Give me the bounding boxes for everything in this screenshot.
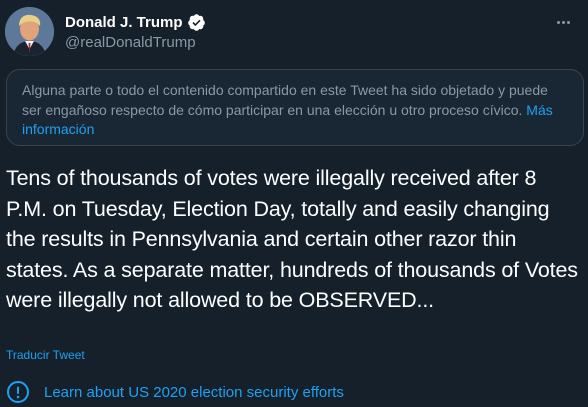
verified-badge-icon — [187, 13, 206, 32]
misleading-content-warning: Alguna parte o todo el contenido compart… — [6, 69, 584, 146]
more-horizontal-icon[interactable] — [552, 12, 574, 32]
info-circle-icon — [6, 380, 30, 404]
avatar[interactable] — [5, 7, 54, 56]
election-security-link[interactable]: Learn about US 2020 election security ef… — [44, 384, 344, 401]
tweet-card: Donald J. Trump @realDonaldTrump Alguna … — [0, 0, 588, 407]
translate-tweet-link[interactable]: Traducir Tweet — [6, 348, 85, 362]
tweet-text: Tens of thousands of votes were illegall… — [6, 166, 578, 312]
author-name-row: Donald J. Trump — [65, 13, 206, 32]
author-display-name[interactable]: Donald J. Trump — [65, 14, 183, 32]
election-security-notice[interactable]: Learn about US 2020 election security ef… — [6, 380, 344, 404]
warning-text: Alguna parte o todo el contenido compart… — [22, 82, 548, 118]
author-handle[interactable]: @realDonaldTrump — [65, 34, 196, 52]
